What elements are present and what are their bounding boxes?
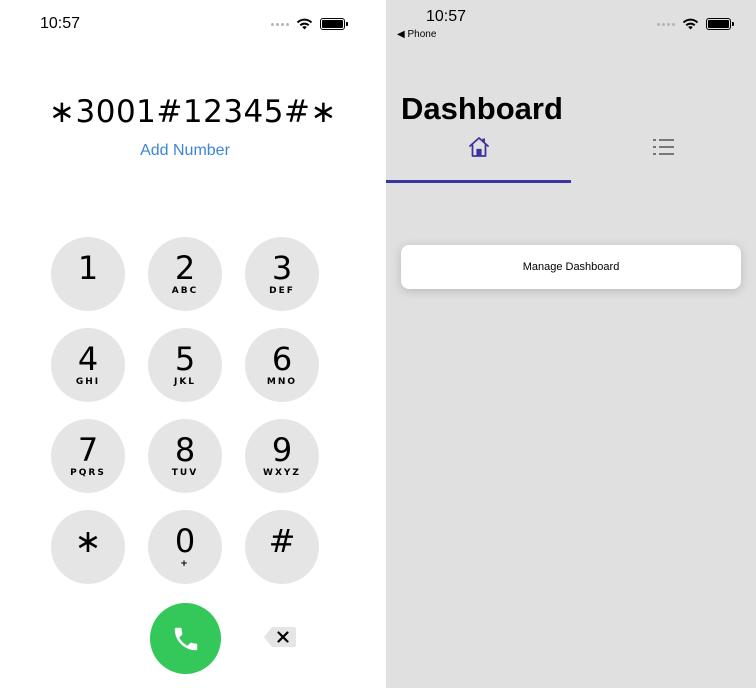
key-digit: 9	[271, 430, 293, 469]
status-icons	[657, 18, 734, 30]
status-time: 10:57	[426, 8, 467, 25]
battery-icon	[320, 18, 348, 30]
key-6[interactable]: 6 MNO	[245, 328, 319, 402]
key-0[interactable]: 0 +	[148, 510, 222, 584]
key-2[interactable]: 2 ABC	[148, 237, 222, 311]
back-to-phone-link[interactable]: ◀ Phone	[397, 29, 436, 40]
cellular-signal-icon	[657, 22, 675, 26]
manage-dashboard-button[interactable]: Manage Dashboard	[401, 245, 741, 289]
page-title: Dashboard	[401, 91, 563, 126]
key-3[interactable]: 3 DEF	[245, 237, 319, 311]
key-9[interactable]: 9 WXYZ	[245, 419, 319, 493]
key-star[interactable]: ∗	[51, 510, 125, 584]
key-digit: 4	[77, 339, 99, 378]
wifi-icon	[296, 18, 313, 30]
tab-home[interactable]	[386, 135, 571, 181]
key-digit: 6	[271, 339, 293, 378]
key-5[interactable]: 5 JKL	[148, 328, 222, 402]
key-letters: GHI	[75, 376, 101, 387]
backspace-icon[interactable]	[263, 626, 297, 648]
status-bar: 10:57	[386, 0, 756, 30]
home-icon	[468, 137, 489, 157]
selected-tab-indicator	[386, 180, 571, 183]
key-digit: 1	[77, 248, 99, 287]
key-letters: DEF	[269, 285, 295, 296]
key-letters: TUV	[171, 467, 199, 478]
key-1[interactable]: 1	[51, 237, 125, 311]
phone-icon	[174, 627, 197, 650]
battery-icon	[706, 18, 734, 30]
dialer-screen: 10:57 ∗3001#12345#∗ Add Number 1 2 ABC 3D…	[0, 0, 386, 688]
status-bar: 10:57	[0, 0, 386, 32]
key-letters: MNO	[266, 376, 298, 387]
tab-list[interactable]	[571, 135, 756, 181]
add-number-link[interactable]: Add Number	[0, 142, 370, 160]
key-digit: #	[268, 521, 296, 560]
manage-dashboard-label: Manage Dashboard	[522, 261, 620, 273]
key-7[interactable]: 7 PQRS	[51, 419, 125, 493]
key-hash[interactable]: #	[245, 510, 319, 584]
wifi-icon	[682, 18, 699, 30]
key-letters: PQRS	[70, 467, 106, 478]
cellular-signal-icon	[271, 22, 289, 26]
key-4[interactable]: 4 GHI	[51, 328, 125, 402]
key-digit: 0	[174, 521, 196, 560]
key-8[interactable]: 8 TUV	[148, 419, 222, 493]
dialed-number: ∗3001#12345#∗	[49, 94, 337, 130]
key-letters: ABC	[171, 285, 199, 296]
key-digit: ∗	[74, 521, 102, 560]
key-digit: 2	[174, 248, 196, 287]
key-digit: 8	[174, 430, 196, 469]
key-digit: 5	[174, 339, 196, 378]
key-letters: +	[180, 558, 190, 569]
call-button[interactable]	[150, 603, 221, 674]
status-time: 10:57	[40, 15, 81, 32]
key-digit: 3	[271, 248, 293, 287]
status-icons	[271, 18, 348, 30]
key-letters: JKL	[173, 376, 197, 387]
key-letters: WXYZ	[263, 467, 301, 478]
dashboard-screen: 10:57 ◀ Phone Dashboard Manage Dashboard	[386, 0, 756, 688]
list-icon	[652, 139, 674, 155]
key-digit: 7	[77, 430, 99, 469]
